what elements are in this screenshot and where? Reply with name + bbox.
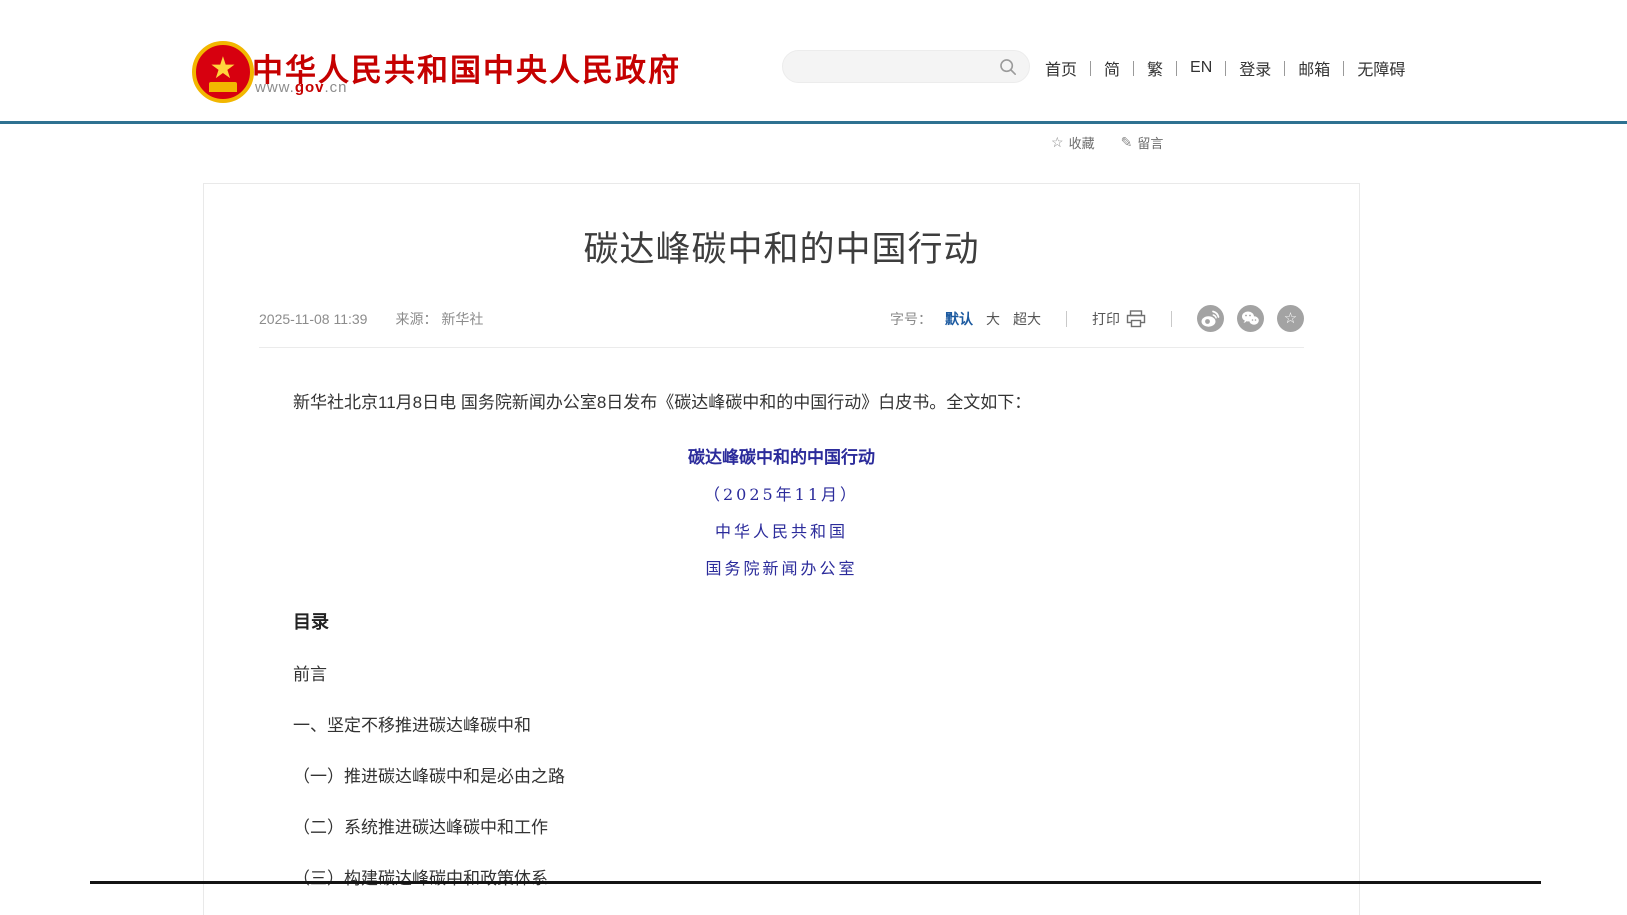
nav-separator [1090, 61, 1091, 76]
top-nav: 首页 简 繁 EN 登录 邮箱 无障碍 [1045, 56, 1405, 80]
nav-separator [1225, 61, 1226, 76]
site-url: www.gov.cn [255, 79, 348, 96]
nav-separator [1176, 61, 1177, 76]
star-glyph-icon: ☆ [1284, 311, 1297, 326]
lead-paragraph: 新华社北京11月8日电 国务院新闻办公室8日发布《碳达峰碳中和的中国行动》白皮书… [259, 389, 1304, 416]
search-box[interactable] [782, 50, 1030, 83]
toc-item-1: 一、坚定不移推进碳达峰碳中和 [259, 711, 1304, 736]
meta-separator [1066, 311, 1067, 327]
publish-date: 2025-11-08 11:39 [259, 311, 367, 327]
comment-label: 留言 [1137, 133, 1163, 152]
nav-item-simplified[interactable]: 简 [1104, 56, 1120, 80]
site-url-www: www. [255, 79, 295, 96]
favorite-label: 收藏 [1069, 133, 1095, 152]
site-url-cn: .cn [325, 79, 348, 96]
meta-divider [259, 347, 1304, 348]
document-date: （2025年11月） [259, 481, 1304, 505]
favorite-button[interactable]: ☆ 收藏 [1051, 133, 1095, 152]
star-icon: ☆ [1051, 134, 1064, 151]
national-emblem-icon: ★ [192, 41, 254, 103]
meta-right: 字号： 默认 大 超大 打印 [890, 305, 1304, 332]
article-tools: ☆ 收藏 ✎ 留言 [1051, 133, 1163, 152]
article-meta: 2025-11-08 11:39 来源： 新华社 字号： 默认 大 超大 打印 [259, 305, 1304, 332]
toc-item-preface: 前言 [259, 660, 1304, 685]
meta-separator [1171, 311, 1172, 327]
star-share-icon[interactable]: ☆ [1277, 305, 1304, 332]
font-size-label: 字号： [890, 309, 932, 329]
meta-left: 2025-11-08 11:39 来源： 新华社 [259, 309, 483, 329]
nav-item-accessibility[interactable]: 无障碍 [1357, 56, 1405, 80]
nav-item-traditional[interactable]: 繁 [1147, 56, 1163, 80]
site-url-gov: gov [295, 79, 325, 96]
print-button[interactable]: 打印 [1092, 309, 1146, 329]
nav-item-mailbox[interactable]: 邮箱 [1298, 56, 1330, 80]
emblem-gate-icon [209, 82, 237, 92]
weibo-share-icon[interactable] [1197, 305, 1224, 332]
font-size-xlarge[interactable]: 超大 [1013, 309, 1041, 329]
document-issuer-line2: 国务院新闻办公室 [259, 555, 1304, 579]
article-card: 碳达峰碳中和的中国行动 2025-11-08 11:39 来源： 新华社 字号：… [203, 183, 1360, 915]
toc-item-1-2: （二）系统推进碳达峰碳中和工作 [259, 813, 1304, 838]
article-title: 碳达峰碳中和的中国行动 [204, 221, 1359, 272]
printer-icon [1126, 310, 1146, 328]
nav-separator [1343, 61, 1344, 76]
search-input[interactable] [795, 59, 999, 75]
nav-item-english[interactable]: EN [1190, 59, 1212, 77]
comment-button[interactable]: ✎ 留言 [1121, 133, 1164, 152]
article-body: 新华社北京11月8日电 国务院新闻办公室8日发布《碳达峰碳中和的中国行动》白皮书… [259, 389, 1304, 915]
nav-separator [1284, 61, 1285, 76]
source-group: 来源： 新华社 [395, 309, 483, 329]
font-size-default[interactable]: 默认 [945, 309, 973, 329]
emblem-star-icon: ★ [210, 54, 237, 84]
print-label: 打印 [1092, 309, 1120, 329]
document-issuer-line1: 中华人民共和国 [259, 518, 1304, 542]
nav-separator [1133, 61, 1134, 76]
font-size-large[interactable]: 大 [986, 309, 1000, 329]
gov-cn-page: ★ 中华人民共和国中央人民政府 www.gov.cn 首页 简 繁 EN 登录 … [0, 0, 1627, 915]
source-value[interactable]: 新华社 [441, 311, 483, 327]
bottom-divider [90, 881, 1541, 884]
toc-item-1-3: （三）构建碳达峰碳中和政策体系 [259, 864, 1304, 889]
nav-item-home[interactable]: 首页 [1045, 56, 1077, 80]
wechat-share-icon[interactable] [1237, 305, 1264, 332]
search-icon[interactable] [999, 58, 1017, 76]
nav-item-login[interactable]: 登录 [1239, 56, 1271, 80]
document-title: 碳达峰碳中和的中国行动 [259, 443, 1304, 468]
header-divider [0, 121, 1627, 124]
toc-item-1-1: （一）推进碳达峰碳中和是必由之路 [259, 762, 1304, 787]
pencil-icon: ✎ [1121, 134, 1133, 151]
source-label: 来源： [395, 311, 437, 327]
toc-heading: 目录 [259, 608, 1304, 634]
